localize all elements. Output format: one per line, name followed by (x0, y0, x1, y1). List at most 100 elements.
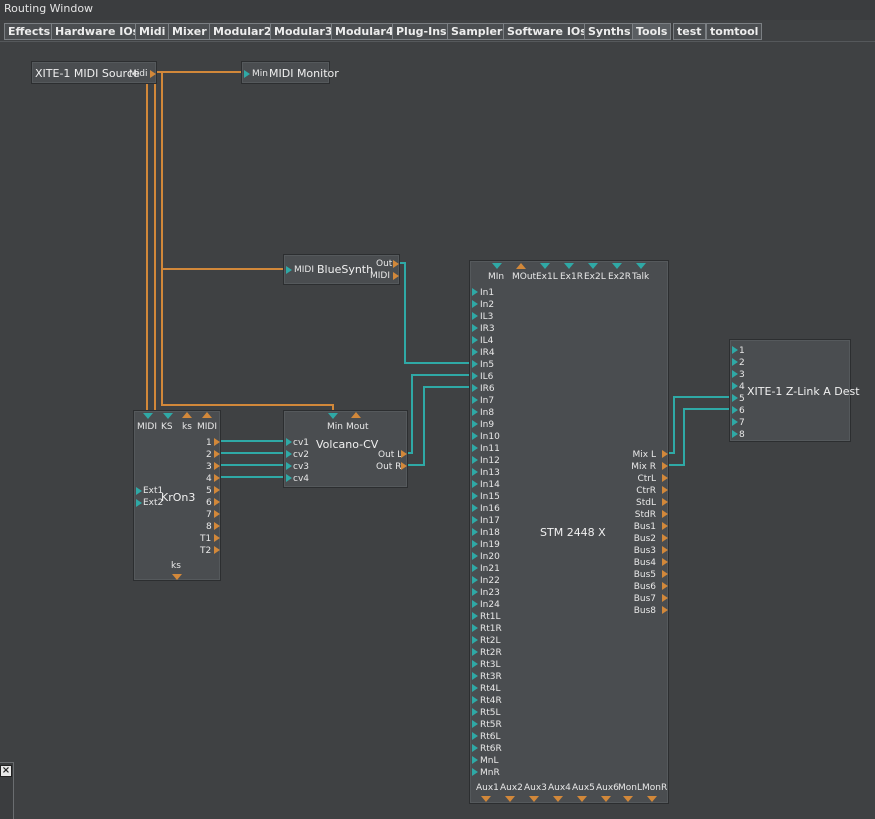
tab-modular2[interactable]: Modular2 (209, 23, 276, 40)
port-in-35-icon[interactable] (472, 708, 478, 716)
port-in-26-icon[interactable] (472, 600, 478, 608)
port-in-0-icon[interactable] (472, 288, 478, 296)
port-top-0-icon[interactable] (492, 263, 502, 269)
port-in-19-icon[interactable] (472, 516, 478, 524)
port-out-6-icon[interactable] (214, 498, 220, 506)
port-in-12-icon[interactable] (472, 432, 478, 440)
port-out-9-icon[interactable] (662, 558, 668, 566)
tab-sampler[interactable]: Sampler (447, 23, 507, 40)
port-in-31-icon[interactable] (472, 660, 478, 668)
port-in-25-icon[interactable] (472, 588, 478, 596)
port-in-39-icon[interactable] (472, 756, 478, 764)
port-out-12-icon[interactable] (662, 594, 668, 602)
port-in-40-icon[interactable] (472, 768, 478, 776)
port-in-27-icon[interactable] (472, 612, 478, 620)
tab-modular3[interactable]: Modular3 (270, 23, 337, 40)
port-in-6-icon[interactable] (732, 406, 738, 414)
port-aux-2-icon[interactable] (529, 796, 539, 802)
port-in-36-icon[interactable] (472, 720, 478, 728)
port-in-7-icon[interactable] (732, 418, 738, 426)
port-in-28-icon[interactable] (472, 624, 478, 632)
port-top-5-icon[interactable] (612, 263, 622, 269)
port-ext2-icon[interactable] (136, 499, 142, 507)
port-in-1-icon[interactable] (732, 346, 738, 354)
port-in-24-icon[interactable] (472, 576, 478, 584)
port-out-1-icon[interactable] (662, 462, 668, 470)
port-top-3-icon[interactable] (564, 263, 574, 269)
port-in-9-icon[interactable] (472, 396, 478, 404)
node-volcano-cv[interactable]: Min Mout Volcano-CV cv1 cv2 cv3 cv4 Out … (283, 410, 408, 488)
port-in-38-icon[interactable] (472, 744, 478, 752)
port-out-l-icon[interactable] (401, 450, 407, 458)
tab-mixer[interactable]: Mixer (168, 23, 211, 40)
tab-software-ios[interactable]: Software IOs (503, 23, 591, 40)
tab-effects[interactable]: Effects (4, 23, 55, 40)
port-in-10-icon[interactable] (472, 408, 478, 416)
port-min-icon[interactable] (328, 413, 338, 419)
port-in-37-icon[interactable] (472, 732, 478, 740)
tab-midi[interactable]: Midi (135, 23, 170, 40)
port-midi-out-icon[interactable] (393, 272, 399, 280)
port-out-3-icon[interactable] (214, 462, 220, 470)
port-out-2-icon[interactable] (662, 474, 668, 482)
port-in-8-icon[interactable] (732, 430, 738, 438)
port-in-1-icon[interactable] (472, 300, 478, 308)
port-in-17-icon[interactable] (472, 492, 478, 500)
port-out-0-icon[interactable] (662, 450, 668, 458)
port-ext1-icon[interactable] (136, 487, 142, 495)
port-mout-icon[interactable] (351, 412, 361, 418)
port-in-3-icon[interactable] (732, 370, 738, 378)
port-in-14-icon[interactable] (472, 456, 478, 464)
port-in-8-icon[interactable] (472, 384, 478, 392)
port-out-5-icon[interactable] (662, 510, 668, 518)
port-in-22-icon[interactable] (472, 552, 478, 560)
port-out-8-icon[interactable] (662, 546, 668, 554)
port-top-2-icon[interactable] (540, 263, 550, 269)
port-in-29-icon[interactable] (472, 636, 478, 644)
port-out-10-icon[interactable] (662, 570, 668, 578)
port-top-1-icon[interactable] (516, 263, 526, 269)
port-midi-in-icon[interactable] (286, 266, 292, 274)
port-in-2-icon[interactable] (472, 312, 478, 320)
port-in-5-icon[interactable] (472, 348, 478, 356)
tab-plug-ins[interactable]: Plug-Ins (392, 23, 451, 40)
port-in-18-icon[interactable] (472, 504, 478, 512)
port-in-5-icon[interactable] (732, 394, 738, 402)
port-out-1-icon[interactable] (214, 438, 220, 446)
port-top-6-icon[interactable] (636, 263, 646, 269)
tab-test[interactable]: test (673, 23, 706, 40)
node-xite1-zlink-a-dest[interactable]: XITE-1 Z-Link A Dest 1 2 3 4 5 6 7 8 (729, 339, 860, 442)
port-out-4-icon[interactable] (214, 474, 220, 482)
port-aux-5-icon[interactable] (601, 796, 611, 802)
port-in-23-icon[interactable] (472, 564, 478, 572)
port-in-32-icon[interactable] (472, 672, 478, 680)
port-in-20-icon[interactable] (472, 528, 478, 536)
port-out-7-icon[interactable] (662, 534, 668, 542)
port-out-3-icon[interactable] (662, 486, 668, 494)
port-top-4-icon[interactable] (588, 263, 598, 269)
port-aux-1-icon[interactable] (505, 796, 515, 802)
port-out-8-icon[interactable] (214, 522, 220, 530)
port-in-6-icon[interactable] (472, 360, 478, 368)
node-midi-monitor[interactable]: Min MIDI Monitor (241, 61, 339, 84)
tab-synths[interactable]: Synths (584, 23, 635, 40)
close-icon[interactable]: × (0, 765, 12, 777)
port-ks-bottom-icon[interactable] (172, 574, 182, 580)
port-in-16-icon[interactable] (472, 480, 478, 488)
port-min-icon[interactable] (244, 70, 250, 78)
port-cv3-icon[interactable] (286, 462, 292, 470)
port-in-4-icon[interactable] (732, 382, 738, 390)
port-out-2-icon[interactable] (214, 450, 220, 458)
port-in-33-icon[interactable] (472, 684, 478, 692)
port-cv2-icon[interactable] (286, 450, 292, 458)
node-kron3[interactable]: MIDI KS ks MIDI 1 2 3 4 5 6 7 8 T1 T2 Ex… (133, 410, 221, 581)
port-in-13-icon[interactable] (472, 444, 478, 452)
port-in-11-icon[interactable] (472, 420, 478, 428)
port-out-5-icon[interactable] (214, 486, 220, 494)
port-in-15-icon[interactable] (472, 468, 478, 476)
port-out-6-icon[interactable] (662, 522, 668, 530)
port-out-icon[interactable] (393, 260, 399, 268)
port-midi-out-icon[interactable] (202, 412, 212, 418)
port-out-4-icon[interactable] (662, 498, 668, 506)
port-in-30-icon[interactable] (472, 648, 478, 656)
